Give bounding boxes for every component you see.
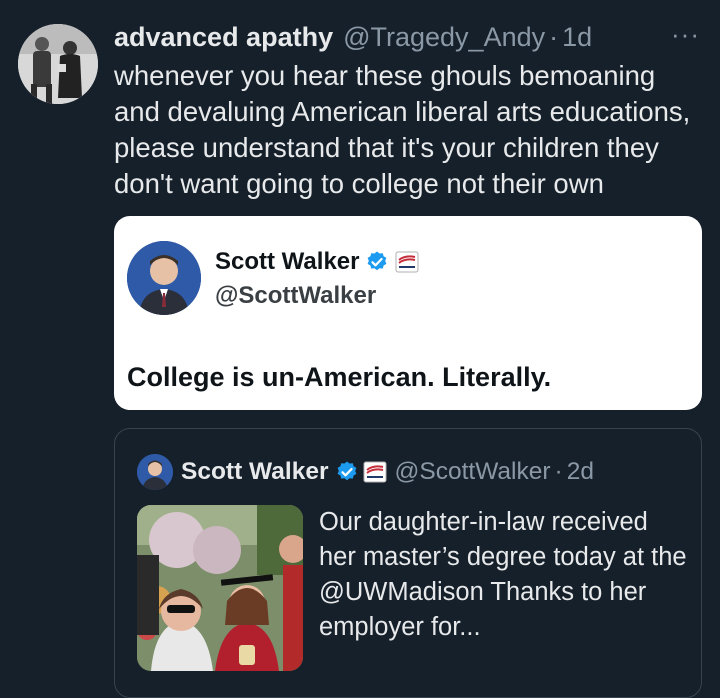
quote-author-avatar xyxy=(127,241,201,315)
avatar-photo xyxy=(18,24,98,104)
tweet-text: whenever you hear these ghouls bemoaning… xyxy=(114,60,691,199)
quote-author-name-row: Scott Walker xyxy=(215,248,419,276)
more-horizontal-icon[interactable]: ··· xyxy=(671,21,700,47)
quoted-tweet-avatar xyxy=(137,454,173,490)
author-avatar[interactable] xyxy=(18,24,98,104)
quoted-tweet-timestamp: 2d xyxy=(566,458,594,485)
quote-author-display-name: Scott Walker xyxy=(215,248,360,275)
separator: · xyxy=(549,22,559,52)
quoted-tweet-photo[interactable] xyxy=(137,505,303,671)
author-handle[interactable]: @Tragedy_Andy xyxy=(343,22,545,53)
quote-author-handle: @ScottWalker xyxy=(215,282,377,309)
verified-badge-icon xyxy=(337,461,356,481)
verified-badge-icon xyxy=(368,251,387,271)
quoted-screenshot-card[interactable]: Scott Walker @ScottWalker College is un-… xyxy=(114,216,702,410)
quote-text: College is un-American. Literally. xyxy=(127,362,552,392)
quoted-tweet-header: Scott Walker @ScottWalker · 2d xyxy=(137,454,691,490)
quoted-tweet-display-name: Scott Walker xyxy=(181,458,329,485)
author-display-name[interactable]: advanced apathy xyxy=(114,22,333,53)
tweet-header: advanced apathy @Tragedy_Andy · 1d xyxy=(114,22,700,56)
separator: · xyxy=(554,458,563,485)
tweet[interactable]: advanced apathy @Tragedy_Andy · 1d ··· w… xyxy=(0,0,720,698)
flag-badge-icon xyxy=(363,461,386,483)
tweet-timestamp[interactable]: 1d xyxy=(562,22,592,53)
flag-badge-icon xyxy=(395,251,419,273)
quoted-tweet-text: Our daughter-in-law received her master’… xyxy=(319,508,687,641)
quoted-tweet-card[interactable]: Scott Walker @ScottWalker · 2d Our daugh… xyxy=(114,428,702,698)
quoted-tweet-handle: @ScottWalker xyxy=(394,458,551,485)
